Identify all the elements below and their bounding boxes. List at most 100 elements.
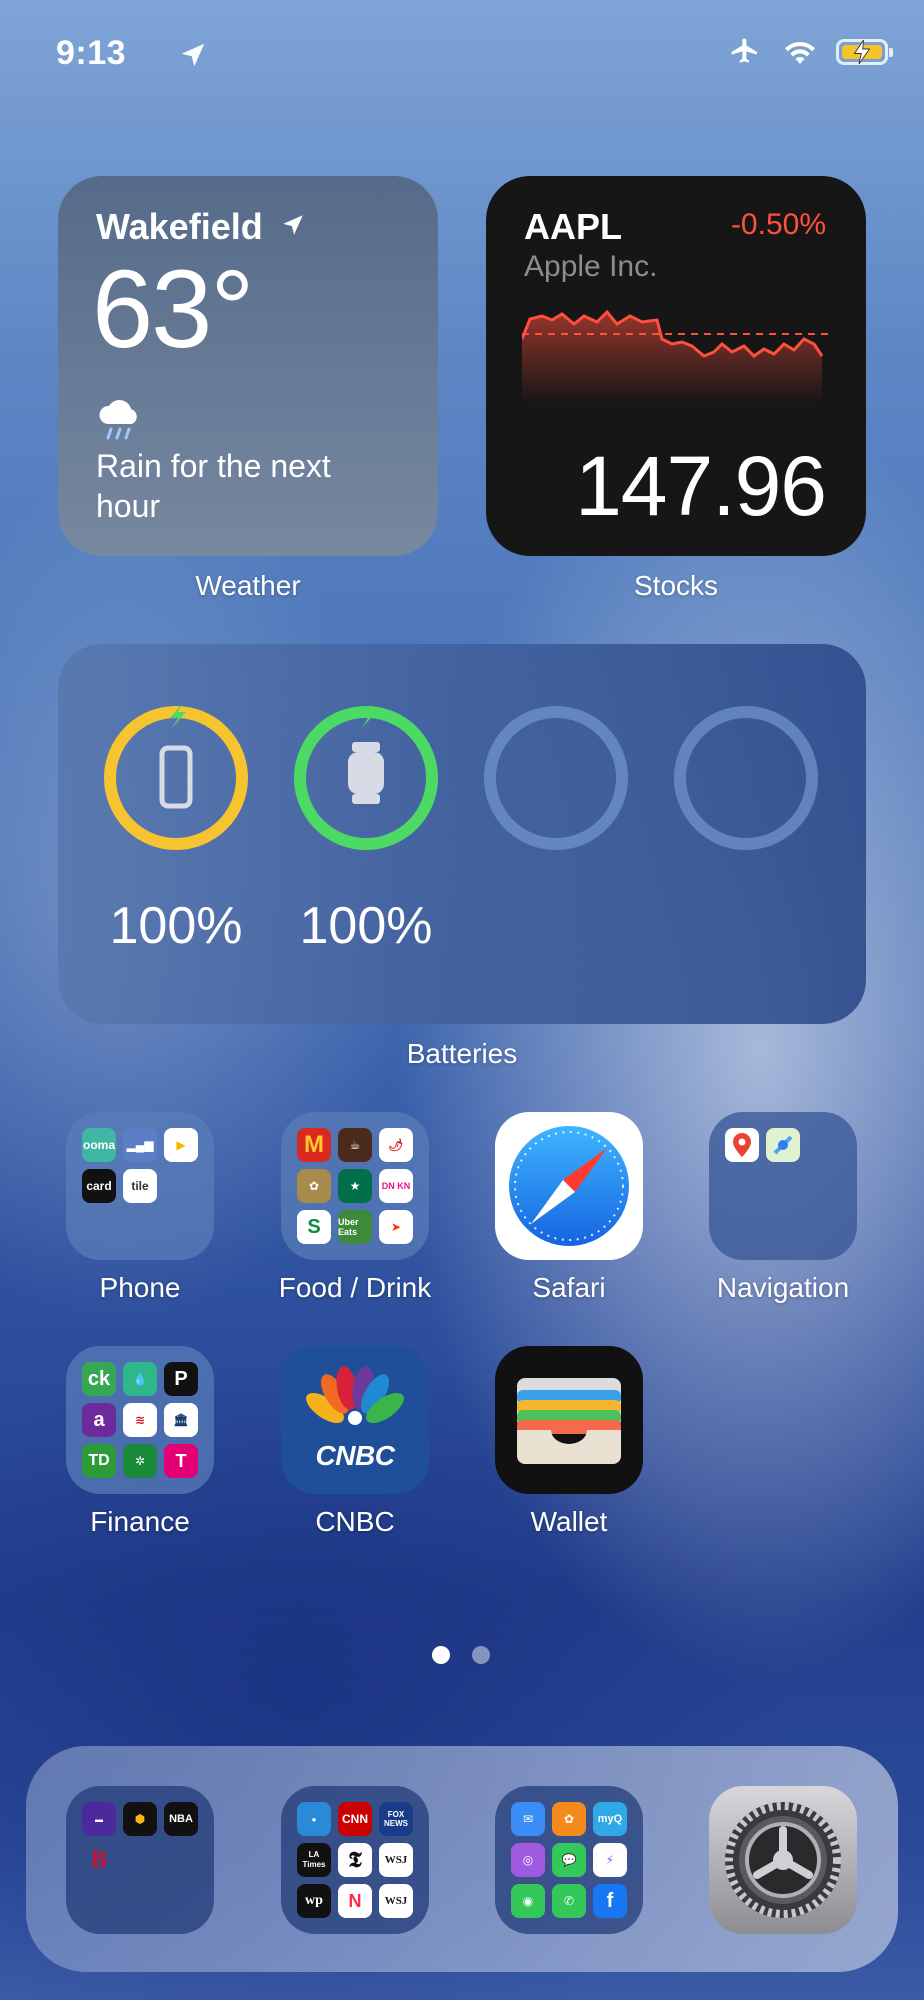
finance-folder[interactable]: ck 💧 P a ≋ 🏛 TD ✲ T <box>66 1346 214 1494</box>
iphone-battery-ring <box>104 704 248 850</box>
find-my-icon: ◉ <box>511 1884 545 1918</box>
weather-condition: Rain for the next hour <box>96 448 331 524</box>
weather-widget-label: Weather <box>195 570 301 601</box>
messenger-icon: ⚡ <box>593 1843 627 1877</box>
wallet-label: Wallet <box>530 1506 608 1537</box>
doordash-icon: ➤ <box>379 1210 413 1244</box>
google-maps-icon <box>725 1128 759 1162</box>
apple-maps-icon <box>766 1128 800 1162</box>
stock-change: -0.50% <box>730 208 826 241</box>
stock-chart <box>522 309 832 404</box>
apple-news-icon: N <box>338 1884 372 1918</box>
status-time: 9:13 <box>56 34 127 72</box>
dock-sports-folder[interactable]: ▬ ⬢ NBA B <box>66 1786 214 1934</box>
stocks-widget[interactable]: AAPL -0.50% Apple Inc. 147.96 <box>486 176 866 556</box>
credit-karma-icon: ck <box>82 1362 116 1396</box>
page-dot-active[interactable] <box>432 1646 450 1664</box>
uber-eats-icon: Uber Eats <box>338 1210 372 1244</box>
weather-city: Wakefield <box>96 206 263 247</box>
citizens-icon: ✲ <box>123 1444 157 1478</box>
stock-symbol: AAPL <box>524 206 622 247</box>
panera-icon: ✿ <box>297 1169 331 1203</box>
myq-icon: myQ <box>593 1802 627 1836</box>
facebook-icon: f <box>593 1884 627 1918</box>
chilis-icon: 🌶 <box>379 1128 413 1162</box>
ooma-icon: ooma <box>82 1128 116 1162</box>
watch-battery-percent: 100% <box>299 897 433 955</box>
weather-temperature: 63° <box>92 248 254 371</box>
batteries-widget[interactable]: 100% 100% <box>58 644 866 1024</box>
page-dot[interactable] <box>472 1646 490 1664</box>
nba-icon: NBA <box>164 1802 198 1836</box>
navigation-folder[interactable] <box>709 1112 857 1260</box>
safari-app[interactable] <box>495 1112 643 1260</box>
location-arrow-icon <box>181 43 205 67</box>
mail-icon: ✉ <box>511 1802 545 1836</box>
wsj-icon: WSJ <box>379 1884 413 1918</box>
weather-widget[interactable]: Wakefield 63° Rain for the next hour <box>58 176 438 556</box>
stock-price: 147.96 <box>575 439 827 533</box>
dock-news-folder[interactable]: ● CNN FOX NEWS LA Times 𝕿 WSJ wp N WSJ <box>281 1786 429 1934</box>
coffee-icon: ☕ <box>338 1128 372 1162</box>
stock-company-name: Apple Inc. <box>524 250 658 283</box>
tmobile-icon: T <box>164 1444 198 1478</box>
signal-icon: ▂▄▆ <box>123 1128 157 1162</box>
battery-charging-icon <box>836 39 893 65</box>
watch-battery-ring <box>294 704 438 850</box>
food-drink-folder[interactable]: M ☕ 🌶 ✿ ★ DN KN S Uber Eats ➤ <box>281 1112 429 1260</box>
dunkin-icon: DN KN <box>379 1169 413 1203</box>
empty-battery-ring <box>484 706 628 850</box>
a-app-icon: a <box>82 1403 116 1437</box>
airplane-icon <box>731 38 757 63</box>
p-app-icon: P <box>164 1362 198 1396</box>
cnn-icon: CNN <box>338 1802 372 1836</box>
washington-post-icon: wp <box>297 1884 331 1918</box>
wsj-icon: WSJ <box>379 1843 413 1877</box>
batteries-widget-label: Batteries <box>406 1038 518 1069</box>
watch-icon <box>348 752 384 794</box>
location-arrow-icon <box>283 215 303 235</box>
phone-folder[interactable]: ooma ▂▄▆ ▶ card tile <box>66 1112 214 1260</box>
subway-icon: S <box>297 1210 331 1244</box>
bruins-icon: ⬢ <box>123 1802 157 1836</box>
safari-icon <box>509 1126 629 1246</box>
settings-gear-icon <box>725 1802 841 1918</box>
mint-icon: 💧 <box>123 1362 157 1396</box>
starbucks-icon: ★ <box>338 1169 372 1203</box>
phone-folder-label: Phone <box>99 1272 181 1303</box>
messages-icon: 💬 <box>552 1843 586 1877</box>
phone-call-icon: ✆ <box>552 1884 586 1918</box>
stocks-widget-label: Stocks <box>633 570 719 601</box>
td-bank-icon: TD <box>82 1444 116 1478</box>
fox-news-icon: FOX NEWS <box>379 1802 413 1836</box>
wallet-icon <box>517 1378 621 1464</box>
navigation-folder-label: Navigation <box>716 1272 850 1303</box>
nyt-icon: 𝕿 <box>338 1843 372 1877</box>
safari-label: Safari <box>532 1272 606 1303</box>
page-indicator[interactable] <box>432 1646 490 1664</box>
finance-folder-label: Finance <box>90 1506 190 1537</box>
sports-app-icon: ▬ <box>82 1802 116 1836</box>
mcdonalds-icon: M <box>297 1128 331 1162</box>
wallet-app[interactable] <box>495 1346 643 1494</box>
iphone-battery-percent: 100% <box>109 897 243 955</box>
cnbc-app[interactable]: CNBC <box>281 1346 429 1494</box>
tile-icon: tile <box>123 1169 157 1203</box>
photos-style-icon: ✿ <box>552 1802 586 1836</box>
sprint-icon: ▶ <box>164 1128 198 1162</box>
iphone-icon <box>159 745 193 809</box>
bank-icon: 🏛 <box>164 1403 198 1437</box>
dock-social-folder[interactable]: ✉ ✿ myQ ◎ 💬 ⚡ ◉ ✆ f <box>495 1786 643 1934</box>
settings-app[interactable] <box>709 1786 857 1934</box>
food-drink-folder-label: Food / Drink <box>278 1272 432 1303</box>
usa-today-icon: ● <box>297 1802 331 1836</box>
wifi-icon <box>785 41 815 64</box>
empty-battery-ring <box>674 706 818 850</box>
cnbc-logo-text: CNBC <box>315 1440 395 1471</box>
bofa-icon: ≋ <box>123 1403 157 1437</box>
card-icon: card <box>82 1169 116 1203</box>
podcasts-icon: ◎ <box>511 1843 545 1877</box>
rain-cloud-icon <box>99 400 137 440</box>
cnbc-label: CNBC <box>315 1506 395 1537</box>
red-sox-icon: B <box>90 1846 107 1873</box>
